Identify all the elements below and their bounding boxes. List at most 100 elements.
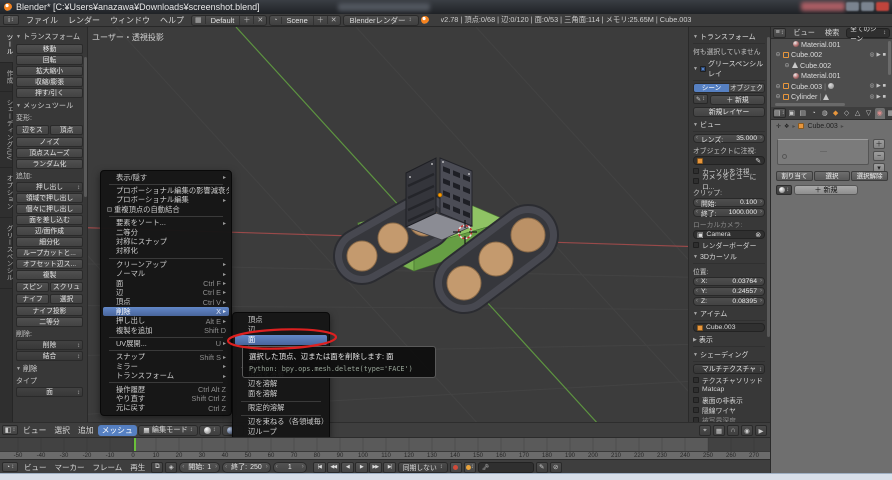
properties-tab-object-data[interactable]: ▽ bbox=[864, 108, 874, 119]
mesh-menu-item-UV展開...[interactable]: UV展開...U▸ bbox=[103, 339, 229, 348]
mesh-menu-item-ミラー[interactable]: ミラー▸ bbox=[103, 362, 229, 371]
shelf-dropdown-押し出し[interactable]: 押し出し↕ bbox=[16, 182, 83, 192]
shelf-button-複製[interactable]: 複製 bbox=[16, 270, 83, 280]
shelf-tab-オプション[interactable]: オプション bbox=[0, 168, 13, 218]
outliner-row-Material.001[interactable]: Material.001 bbox=[771, 71, 892, 82]
keying-set-button[interactable]: ↕ bbox=[464, 462, 476, 473]
button-割り当て[interactable]: 割り当て bbox=[776, 171, 813, 181]
minimize-button[interactable] bbox=[846, 2, 859, 11]
slider-開始:[interactable]: 開始:0.100 bbox=[693, 198, 765, 207]
expand-icon[interactable]: ⊖ bbox=[775, 51, 781, 58]
properties-tab-modifiers[interactable]: △ bbox=[853, 108, 863, 119]
delete-layout-button[interactable]: ✕ bbox=[253, 16, 266, 24]
menu-レンダー[interactable]: レンダー bbox=[63, 15, 105, 26]
visibility-eye-icon[interactable]: ◎ bbox=[870, 83, 875, 89]
browse-material-selector[interactable]: ↕ bbox=[776, 185, 792, 195]
viewport-shading-selector[interactable]: ↕ bbox=[199, 425, 221, 436]
screen-layout-selector[interactable]: ▦ Default ＋ ✕ bbox=[191, 15, 267, 26]
mesh-menu-item-元に戻す[interactable]: 元に戻すCtrl Z bbox=[103, 404, 229, 413]
outliner-row-Cylinder[interactable]: ⊖Cylinder|◎▶■ bbox=[771, 92, 892, 103]
shelf-button-回転[interactable]: 回転 bbox=[16, 55, 83, 65]
delete-keyframe-icon[interactable]: ⊘ bbox=[550, 462, 562, 473]
delete-submenu-item-辺を束ねる（各領域毎）[interactable]: 辺を束ねる（各領域毎） bbox=[235, 417, 327, 427]
mesh-menu-item-重複頂点の自動結合[interactable]: 重複頂点の自動結合 bbox=[103, 205, 229, 214]
view3d-menu-ビュー[interactable]: ビュー bbox=[19, 425, 50, 436]
remove-slot-button[interactable]: − bbox=[873, 151, 885, 161]
slider-Z:[interactable]: Z:0.08395 bbox=[693, 297, 765, 306]
mesh-menu-item-頂点[interactable]: 頂点Ctrl V▸ bbox=[103, 298, 229, 307]
delete-submenu-item-頂点[interactable]: 頂点 bbox=[235, 315, 327, 325]
play-button[interactable]: ▶ bbox=[355, 462, 368, 473]
shelf-button-頂点スムーズ[interactable]: 頂点スムーズ bbox=[16, 148, 83, 158]
shelf-button-細分化[interactable]: 細分化 bbox=[16, 237, 83, 247]
editor-type-icon[interactable]: ◧↕ bbox=[2, 425, 18, 435]
delete-submenu-item-面[interactable]: 面 bbox=[235, 335, 327, 345]
outliner-row-Cube.002[interactable]: ⊖Cube.002◎▶■ bbox=[771, 50, 892, 61]
mesh-menu-item-スナップ[interactable]: スナップShift S▸ bbox=[103, 353, 229, 362]
shelf-button-領域で押し出し[interactable]: 領域で押し出し bbox=[16, 193, 83, 203]
mesh-menu-item-トランスフォーム[interactable]: トランスフォーム▸ bbox=[103, 371, 229, 380]
mesh-menu-item-プロポーショナル編集[interactable]: プロポーショナル編集▸ bbox=[103, 196, 229, 205]
mesh-menu-item-クリーンアップ[interactable]: クリーンアップ▸ bbox=[103, 260, 229, 269]
shelf-dropdown-結合[interactable]: 結合↕ bbox=[16, 351, 83, 361]
mesh-menu-item-表示/隠す[interactable]: 表示/隠す▸ bbox=[103, 173, 229, 182]
shelf-button-拡大縮小[interactable]: 拡大縮小 bbox=[16, 66, 83, 76]
panel-header-シェーディング[interactable]: ▼シェーディング bbox=[693, 350, 765, 362]
checkbox-Matcap[interactable]: Matcap bbox=[693, 385, 765, 394]
shelf-button-オフセット辺ス...[interactable]: オフセット辺ス... bbox=[16, 259, 83, 269]
lock-time-icon[interactable]: ◈ bbox=[165, 462, 177, 473]
outliner-row-Material.001[interactable]: Material.001 bbox=[771, 39, 892, 50]
next-keyframe-button[interactable]: ▶▶ bbox=[369, 462, 382, 473]
mesh-menu-item-複製を追加[interactable]: 複製を追加Shift D bbox=[103, 326, 229, 335]
mesh-menu-item-対称化[interactable]: 対称化 bbox=[103, 247, 229, 256]
shelf-button-面を差し込む[interactable]: 面を差し込む bbox=[16, 215, 83, 225]
active-keying-set-field[interactable]: 🗝 bbox=[478, 462, 534, 473]
material-slot-list[interactable]: — bbox=[777, 139, 869, 165]
expand-icon[interactable]: ⊖ bbox=[775, 93, 781, 100]
mesh-menu-item-押し出し[interactable]: 押し出しAlt E▸ bbox=[103, 316, 229, 325]
prev-keyframe-button[interactable]: ◀◀ bbox=[327, 462, 340, 473]
shelf-tab-ツール[interactable]: ツール bbox=[0, 27, 13, 63]
shelf-button-押す/引く[interactable]: 押す/引く bbox=[16, 88, 83, 98]
maximize-button[interactable] bbox=[861, 2, 874, 11]
slider-X:[interactable]: X:0.03764 bbox=[693, 277, 765, 286]
add-layout-button[interactable]: ＋ bbox=[239, 15, 253, 25]
mesh-menu-item-面[interactable]: 面Ctrl F▸ bbox=[103, 279, 229, 288]
renderable-camera-icon[interactable]: ■ bbox=[883, 94, 886, 100]
button-新規レイヤー[interactable]: 新規レイヤー bbox=[693, 107, 765, 117]
button-選択解除[interactable]: 選択解除 bbox=[851, 171, 888, 181]
timeline-ruler[interactable]: -50-40-30-20-100102030405060708090100110… bbox=[0, 451, 770, 459]
outliner-menu-ビュー[interactable]: ビュー bbox=[788, 28, 820, 38]
menu-ウィンドウ[interactable]: ウィンドウ bbox=[105, 15, 155, 26]
mesh-menu-item-削除[interactable]: 削除X▸ bbox=[103, 307, 229, 316]
panel-header-トランスフォーム[interactable]: ▼トランスフォーム bbox=[16, 32, 83, 42]
close-button[interactable] bbox=[876, 2, 889, 11]
timeline-menu-フレーム[interactable]: フレーム bbox=[89, 462, 127, 473]
checkbox-テクスチャソリッド[interactable]: テクスチャソリッド bbox=[693, 375, 765, 384]
shelf-button-ノイズ[interactable]: ノイズ bbox=[16, 137, 83, 147]
shelf-tab-グリースペンシル[interactable]: グリースペンシル bbox=[0, 218, 13, 289]
shelf-button-収縮/膨張[interactable]: 収縮/膨張 bbox=[16, 77, 83, 87]
outliner-horizontal-scrollbar[interactable] bbox=[775, 103, 845, 106]
tool-shelf-scrollbar[interactable] bbox=[84, 57, 87, 197]
scene-selector[interactable]: ◔ Scene ＋ ✕ bbox=[269, 15, 340, 26]
timeline-menu-マーカー[interactable]: マーカー bbox=[51, 462, 89, 473]
shelf-button-辺をス[interactable]: 辺をス bbox=[16, 125, 49, 135]
editor-type-icon[interactable]: i↕ bbox=[3, 15, 19, 25]
properties-tab-material[interactable]: ◉ bbox=[875, 108, 885, 119]
button-選択[interactable]: 選択 bbox=[814, 171, 851, 181]
brush-selector[interactable]: ✎↕ bbox=[693, 94, 708, 104]
frame-start-field[interactable]: 開始: 1 bbox=[179, 462, 220, 473]
lock-object-field[interactable]: ✎ bbox=[693, 156, 765, 165]
shelf-button-辺/面作成[interactable]: 辺/面作成 bbox=[16, 226, 83, 236]
shelf-button-ランダム化[interactable]: ランダム化 bbox=[16, 159, 83, 169]
properties-tab-scene[interactable]: ◔ bbox=[809, 108, 819, 119]
mesh-menu-item-操作履歴[interactable]: 操作履歴Ctrl Alt Z bbox=[103, 385, 229, 394]
shelf-dropdown-面[interactable]: 面↕ bbox=[16, 387, 83, 397]
proportional-edit-icon[interactable]: ◉ bbox=[741, 425, 753, 436]
shelf-button-選択[interactable]: 選択 bbox=[50, 294, 83, 304]
mesh-menu-item-プロポーショナル編集の影響減衰タイプ[interactable]: プロポーショナル編集の影響減衰タイプ▸ bbox=[103, 186, 229, 195]
opengl-render-icon[interactable]: ▶ bbox=[755, 425, 767, 436]
selectable-icon[interactable]: ▶ bbox=[876, 52, 880, 58]
timeline-track[interactable] bbox=[0, 438, 770, 451]
